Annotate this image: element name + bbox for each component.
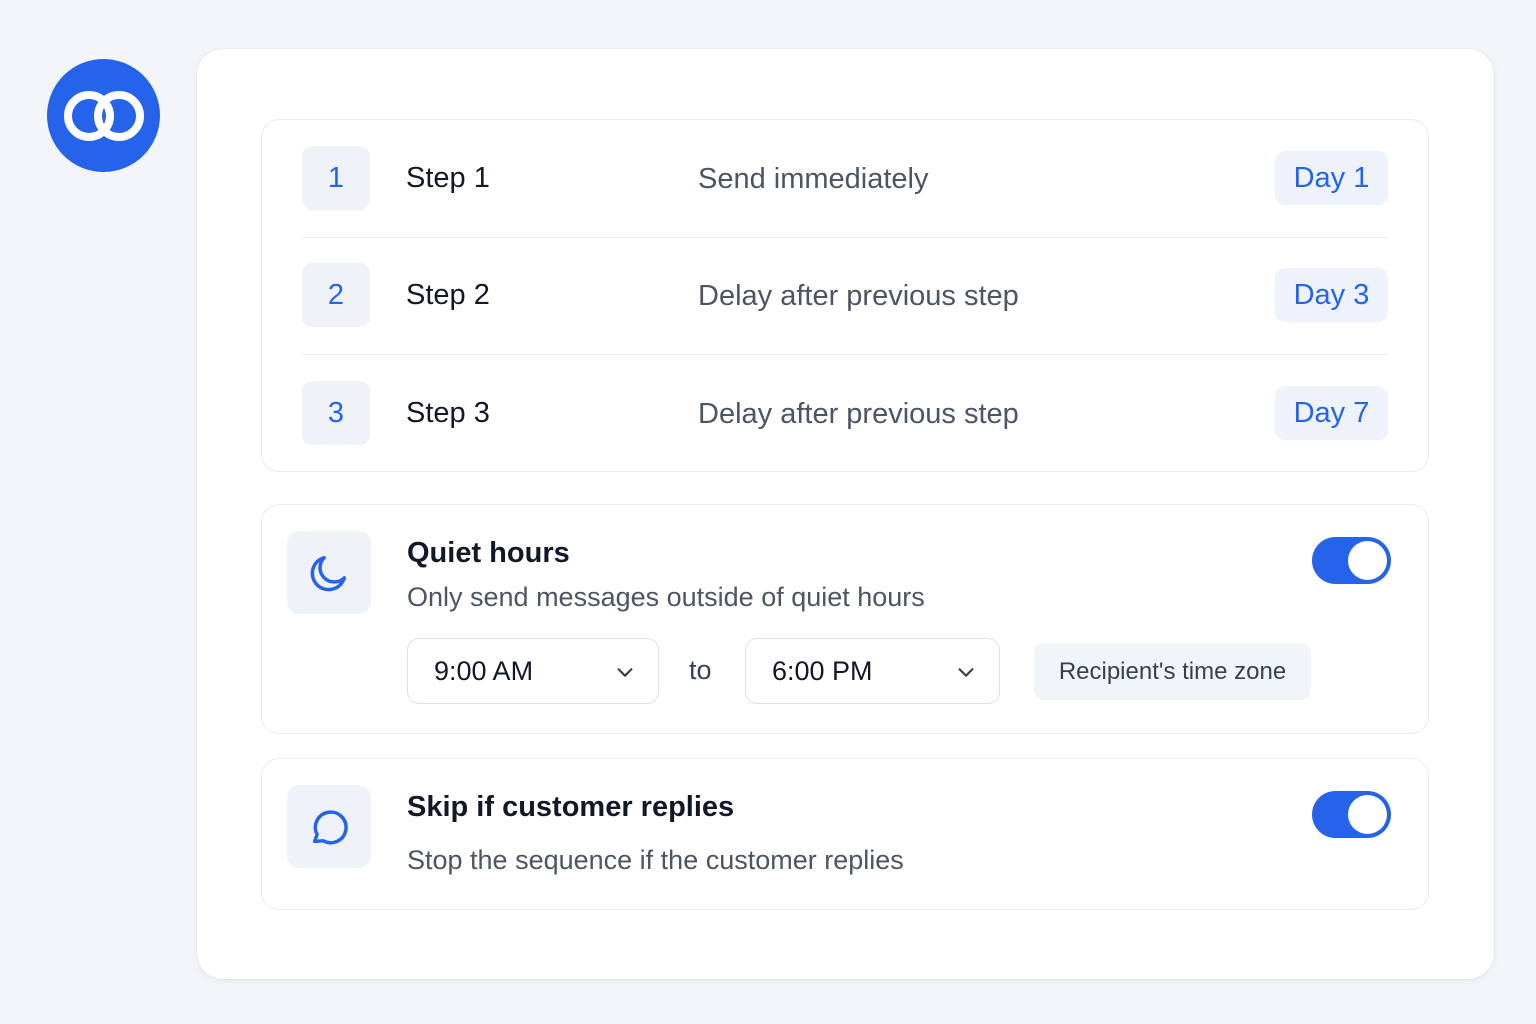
app-logo: [47, 59, 160, 172]
skip-on-reply-toggle[interactable]: [1312, 791, 1391, 838]
moon-icon: [310, 555, 347, 591]
step-day-badge: Day 3: [1275, 268, 1388, 322]
step-row[interactable]: 1 Step 1 Send immediately Day 1: [302, 120, 1388, 238]
timezone-badge[interactable]: Recipient's time zone: [1034, 643, 1311, 700]
chevron-down-icon: [958, 668, 974, 677]
step-description: Delay after previous step: [698, 280, 1019, 312]
quiet-hours-description: Only send messages outside of quiet hour…: [407, 582, 925, 612]
step-name: Step 3: [406, 397, 490, 429]
sequence-settings-card: 1 Step 1 Send immediately Day 1 2 Step 2…: [197, 49, 1494, 979]
skip-on-reply-description: Stop the sequence if the customer replie…: [407, 845, 904, 875]
skip-on-reply-title: Skip if customer replies: [407, 791, 735, 823]
quiet-hours-title: Quiet hours: [407, 537, 570, 569]
step-row[interactable]: 2 Step 2 Delay after previous step Day 3: [302, 237, 1388, 355]
toggle-knob: [1348, 541, 1387, 580]
skip-on-reply-panel: Skip if customer replies Stop the sequen…: [261, 758, 1429, 910]
step-day-badge: Day 1: [1275, 151, 1388, 205]
steps-panel: 1 Step 1 Send immediately Day 1 2 Step 2…: [261, 119, 1429, 472]
toggle-knob: [1348, 795, 1387, 834]
end-time-value: 6:00 PM: [772, 656, 873, 686]
quiet-hours-icon-tile: [287, 531, 371, 614]
quiet-hours-panel: Quiet hours Only send messages outside o…: [261, 504, 1429, 734]
step-description: Delay after previous step: [698, 398, 1019, 430]
step-row[interactable]: 3 Step 3 Delay after previous step Day 7: [302, 355, 1388, 472]
quiet-hours-toggle[interactable]: [1312, 537, 1391, 584]
quiet-hours-start-select[interactable]: 9:00 AM: [407, 638, 659, 704]
step-name: Step 1: [406, 162, 490, 194]
skip-on-reply-icon-tile: [287, 785, 371, 868]
step-day-badge: Day 7: [1275, 386, 1388, 440]
step-number: 1: [302, 146, 370, 210]
step-number: 2: [302, 263, 370, 327]
chat-bubble-icon: [312, 809, 348, 844]
linked-rings-icon: [63, 90, 144, 141]
step-number: 3: [302, 381, 370, 445]
quiet-hours-end-select[interactable]: 6:00 PM: [745, 638, 1000, 704]
step-name: Step 2: [406, 279, 490, 311]
start-time-value: 9:00 AM: [434, 656, 534, 686]
chevron-down-icon: [617, 668, 633, 677]
step-description: Send immediately: [698, 163, 929, 195]
time-range-separator: to: [689, 655, 712, 685]
